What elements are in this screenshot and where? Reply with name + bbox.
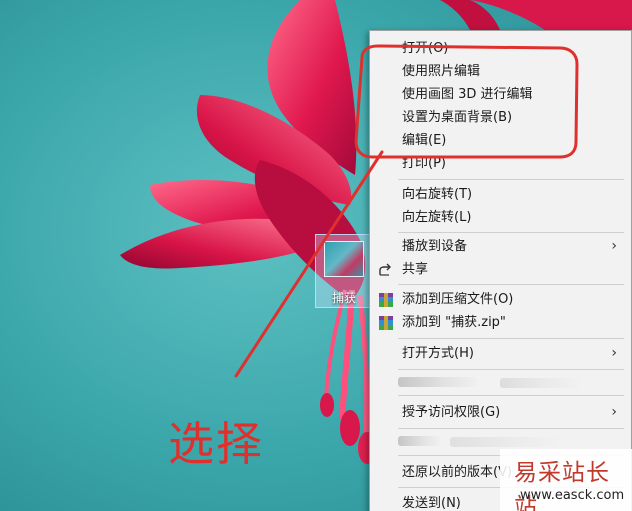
share-icon [378,262,394,278]
desktop-file-icon[interactable]: 捕获 [315,234,371,308]
winrar-icon [378,315,394,331]
menu-item-open-with[interactable]: 打开方式(H) › [370,342,631,365]
menu-separator [398,395,624,396]
menu-item-label: 播放到设备 [402,239,468,254]
desktop-file-label: 捕获 [331,291,356,305]
menu-separator [398,369,624,370]
menu-item-set-as-background[interactable]: 设置为桌面背景(B) [370,106,631,129]
menu-item-label: 还原以前的版本(V) [402,465,513,480]
watermark-url: www.easck.com [520,488,625,503]
blurred-menu-item [450,437,560,447]
blurred-menu-item [398,377,478,387]
chevron-right-icon: › [611,345,617,361]
menu-item-edit-with-paint3d[interactable]: 使用画图 3D 进行编辑 [370,83,631,106]
annotation-label: 选择 [168,417,264,471]
menu-item-label: 授予访问权限(G) [402,405,501,420]
menu-separator [398,284,624,285]
menu-item-label: 向左旋转(L) [402,210,472,225]
menu-item-label: 编辑(E) [402,133,447,148]
menu-item-label: 打开方式(H) [402,346,474,361]
menu-item-label: 向右旋转(T) [402,187,473,202]
menu-item-print[interactable]: 打印(P) [370,152,631,175]
menu-item-add-to-zip[interactable]: 添加到 "捕获.zip" [370,311,631,334]
menu-item-edit[interactable]: 编辑(E) [370,129,631,152]
menu-item-label: 设置为桌面背景(B) [402,110,513,125]
menu-separator [398,428,624,429]
menu-item-label: 打印(P) [402,156,446,171]
menu-separator [398,338,624,339]
menu-item-add-to-archive[interactable]: 添加到压缩文件(O) [370,288,631,311]
blurred-menu-item [500,378,580,388]
menu-separator [398,232,624,233]
menu-separator [398,179,624,180]
menu-item-open[interactable]: 打开(O) [370,37,631,60]
menu-item-rotate-left[interactable]: 向左旋转(L) [370,206,631,229]
desktop-screen: 捕获 打开(O) 使用照片编辑 使用画图 3D 进行编辑 设置为桌面背景(B) … [0,0,632,511]
menu-item-give-access[interactable]: 授予访问权限(G) › [370,401,631,424]
menu-item-cast-to-device[interactable]: 播放到设备 › [370,235,631,258]
chevron-right-icon: › [611,238,617,254]
menu-item-label: 使用画图 3D 进行编辑 [402,87,533,102]
blurred-menu-item [398,436,440,446]
menu-item-share[interactable]: 共享 [370,258,631,281]
watermark: 易采站长站 www.easck.com [500,449,632,511]
menu-item-rotate-right[interactable]: 向右旋转(T) [370,183,631,206]
menu-item-label: 共享 [402,262,429,277]
menu-item-label: 发送到(N) [402,496,461,511]
chevron-right-icon: › [611,404,617,420]
menu-item-label: 添加到压缩文件(O) [402,292,514,307]
menu-item-edit-with-photos[interactable]: 使用照片编辑 [370,60,631,83]
context-menu: 打开(O) 使用照片编辑 使用画图 3D 进行编辑 设置为桌面背景(B) 编辑(… [369,30,632,511]
menu-item-label: 使用照片编辑 [402,64,481,79]
image-thumbnail-icon [324,241,364,277]
menu-item-label: 添加到 "捕获.zip" [402,315,506,330]
menu-item-label: 打开(O) [402,41,449,56]
winrar-icon [378,292,394,308]
